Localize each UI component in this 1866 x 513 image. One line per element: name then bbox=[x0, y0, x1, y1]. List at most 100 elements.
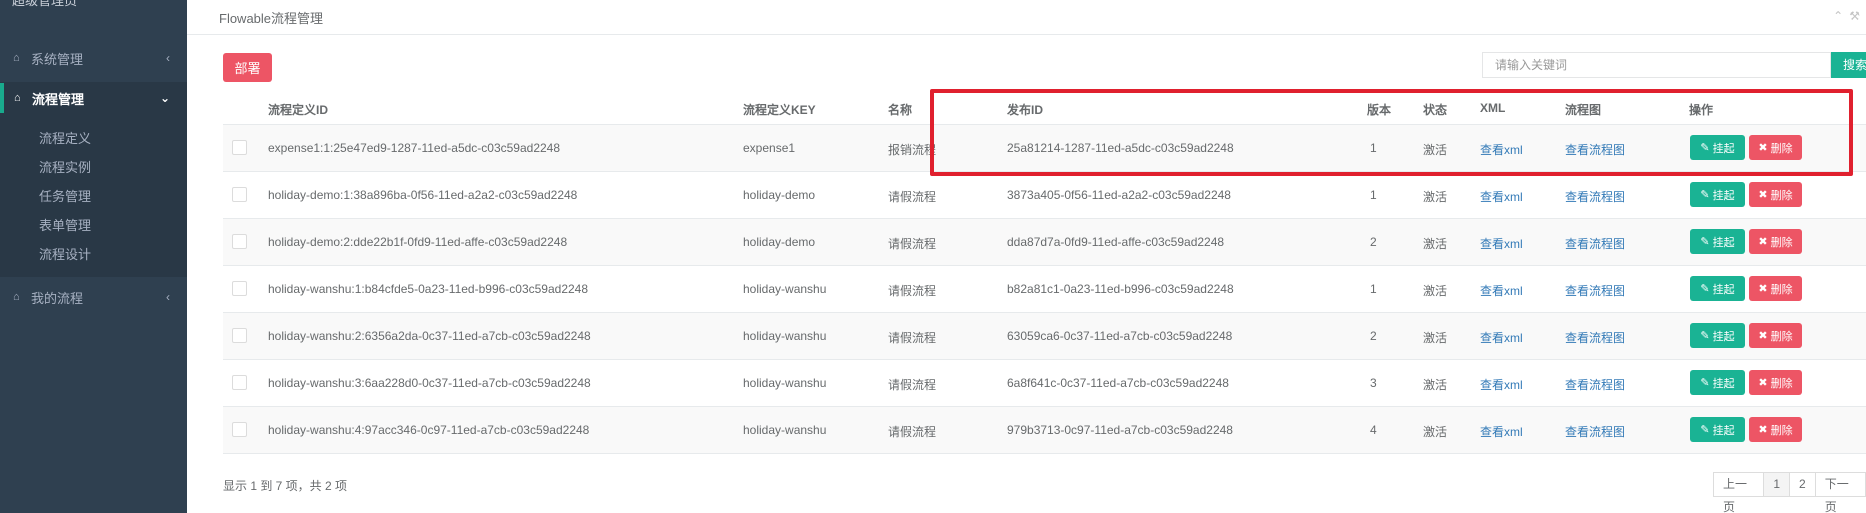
delete-button[interactable]: ✖ 删除 bbox=[1749, 370, 1802, 395]
row-checkbox[interactable] bbox=[232, 375, 247, 390]
submenu-process-design[interactable]: 流程设计 bbox=[39, 244, 91, 263]
submenu-form-management[interactable]: 表单管理 bbox=[39, 215, 91, 234]
pager-next[interactable]: 下一页 bbox=[1814, 472, 1866, 513]
cell-definition-key: expense1 bbox=[743, 141, 796, 155]
cell-status: 激活 bbox=[1423, 284, 1448, 298]
edit-icon: ✎ bbox=[1700, 424, 1710, 436]
cell-definition-key: holiday-wanshu bbox=[743, 376, 827, 390]
suspend-button[interactable]: ✎ 挂起 bbox=[1690, 276, 1745, 301]
close-icon: ✖ bbox=[1758, 283, 1768, 295]
row-checkbox[interactable] bbox=[232, 234, 247, 249]
row-checkbox[interactable] bbox=[232, 140, 247, 155]
pager-page-1[interactable]: 1 bbox=[1763, 472, 1790, 497]
pagination: 上一页 1 2 下一页 bbox=[1713, 472, 1866, 513]
wrench-icon[interactable]: ⚒ bbox=[1849, 9, 1866, 23]
cell-deploy-id: 63059ca6-0c37-11ed-a7cb-c03c59ad2248 bbox=[1007, 329, 1233, 343]
submenu-process-definition[interactable]: 流程定义 bbox=[39, 128, 91, 147]
sidebar-top-text: 超级管理员 bbox=[12, 0, 78, 8]
edit-icon: ✎ bbox=[1700, 377, 1710, 389]
view-xml-link[interactable]: 查看xml bbox=[1480, 188, 1523, 205]
suspend-label: 挂起 bbox=[1712, 424, 1735, 437]
search-input[interactable]: 请输入关键词 bbox=[1482, 52, 1831, 78]
submenu-process-instance[interactable]: 流程实例 bbox=[39, 157, 91, 176]
row-checkbox[interactable] bbox=[232, 422, 247, 437]
delete-button[interactable]: ✖ 删除 bbox=[1749, 229, 1802, 254]
close-icon: ✖ bbox=[1758, 424, 1768, 436]
delete-button[interactable]: ✖ 删除 bbox=[1749, 182, 1802, 207]
suspend-button[interactable]: ✎ 挂起 bbox=[1690, 370, 1745, 395]
deploy-button[interactable]: 部署 bbox=[223, 53, 272, 82]
row-checkbox[interactable] bbox=[232, 328, 247, 343]
chevron-down-icon: ⌄ bbox=[159, 91, 170, 105]
cell-definition-id: holiday-wanshu:4:97acc346-0c97-11ed-a7cb… bbox=[268, 423, 590, 437]
cell-version: 3 bbox=[1370, 376, 1377, 390]
suspend-button[interactable]: ✎ 挂起 bbox=[1690, 229, 1745, 254]
delete-button[interactable]: ✖ 删除 bbox=[1749, 417, 1802, 442]
cell-definition-id: holiday-wanshu:2:6356a2da-0c37-11ed-a7cb… bbox=[268, 329, 591, 343]
view-diagram-link[interactable]: 查看流程图 bbox=[1565, 423, 1625, 440]
view-diagram-link[interactable]: 查看流程图 bbox=[1565, 282, 1625, 299]
chevron-left-icon: ‹ bbox=[166, 51, 170, 65]
close-icon: ✖ bbox=[1758, 189, 1768, 201]
delete-label: 删除 bbox=[1770, 236, 1793, 249]
th-name[interactable]: 名称 bbox=[888, 101, 912, 118]
row-checkbox[interactable] bbox=[232, 187, 247, 202]
table-row: holiday-wanshu:1:b84cfde5-0a23-11ed-b996… bbox=[223, 266, 1866, 313]
suspend-label: 挂起 bbox=[1712, 236, 1735, 249]
home-icon: ⌂ bbox=[13, 291, 20, 303]
cell-name: 请假流程 bbox=[888, 284, 937, 298]
view-diagram-link[interactable]: 查看流程图 bbox=[1565, 235, 1625, 252]
th-definition-key[interactable]: 流程定义KEY bbox=[743, 101, 816, 118]
cell-deploy-id: 979b3713-0c97-11ed-a7cb-c03c59ad2248 bbox=[1007, 423, 1233, 437]
delete-label: 删除 bbox=[1770, 330, 1793, 343]
view-xml-link[interactable]: 查看xml bbox=[1480, 376, 1523, 393]
suspend-label: 挂起 bbox=[1712, 377, 1735, 390]
cell-deploy-id: 6a8f641c-0c37-11ed-a7cb-c03c59ad2248 bbox=[1007, 376, 1229, 390]
submenu-task-management[interactable]: 任务管理 bbox=[39, 186, 91, 205]
view-xml-link[interactable]: 查看xml bbox=[1480, 329, 1523, 346]
panel-titlebar: Flowable流程管理 ⌃⚒ bbox=[187, 0, 1866, 35]
cell-definition-id: expense1:1:25e47ed9-1287-11ed-a5dc-c03c5… bbox=[268, 141, 561, 155]
panel-tools: ⌃⚒ bbox=[1833, 9, 1866, 23]
cell-definition-key: holiday-wanshu bbox=[743, 282, 827, 296]
cell-definition-id: holiday-demo:2:dde22b1f-0fd9-11ed-affe-c… bbox=[268, 235, 568, 249]
menu-process[interactable]: ⌂ 流程管理 ⌄ bbox=[0, 83, 187, 113]
suspend-button[interactable]: ✎ 挂起 bbox=[1690, 323, 1745, 348]
suspend-button[interactable]: ✎ 挂起 bbox=[1690, 417, 1745, 442]
cell-status: 激活 bbox=[1423, 378, 1448, 392]
panel-title: Flowable流程管理 bbox=[219, 11, 324, 26]
delete-label: 删除 bbox=[1770, 424, 1793, 437]
menu-process-label: 流程管理 bbox=[32, 91, 85, 107]
pager-page-2[interactable]: 2 bbox=[1789, 472, 1816, 497]
cell-name: 请假流程 bbox=[888, 190, 937, 204]
table-row: holiday-wanshu:2:6356a2da-0c37-11ed-a7cb… bbox=[223, 313, 1866, 360]
cell-name: 请假流程 bbox=[888, 237, 937, 251]
cell-definition-key: holiday-demo bbox=[743, 188, 816, 202]
cell-name: 报销流程 bbox=[888, 143, 937, 157]
delete-button[interactable]: ✖ 删除 bbox=[1749, 323, 1802, 348]
delete-label: 删除 bbox=[1770, 283, 1793, 296]
suspend-label: 挂起 bbox=[1712, 330, 1735, 343]
search-button[interactable]: 搜索 bbox=[1831, 52, 1866, 78]
menu-system[interactable]: ⌂ 系统管理 ‹ bbox=[0, 43, 187, 73]
cell-version: 1 bbox=[1370, 282, 1377, 296]
menu-system-label: 系统管理 bbox=[31, 51, 84, 67]
menu-my-process[interactable]: ⌂ 我的流程 ‹ bbox=[0, 282, 187, 312]
view-xml-link[interactable]: 查看xml bbox=[1480, 235, 1523, 252]
cell-name: 请假流程 bbox=[888, 331, 937, 345]
view-xml-link[interactable]: 查看xml bbox=[1480, 423, 1523, 440]
main-panel: Flowable流程管理 ⌃⚒ 部署 请输入关键词 搜索 流程定义ID 流程定义… bbox=[187, 0, 1866, 513]
view-diagram-link[interactable]: 查看流程图 bbox=[1565, 329, 1625, 346]
collapse-icon[interactable]: ⌃ bbox=[1833, 9, 1849, 23]
view-diagram-link[interactable]: 查看流程图 bbox=[1565, 376, 1625, 393]
suspend-button[interactable]: ✎ 挂起 bbox=[1690, 182, 1745, 207]
cell-status: 激活 bbox=[1423, 237, 1448, 251]
delete-button[interactable]: ✖ 删除 bbox=[1749, 276, 1802, 301]
cell-status: 激活 bbox=[1423, 331, 1448, 345]
view-xml-link[interactable]: 查看xml bbox=[1480, 282, 1523, 299]
th-definition-id[interactable]: 流程定义ID bbox=[268, 101, 328, 118]
view-diagram-link[interactable]: 查看流程图 bbox=[1565, 188, 1625, 205]
pager-prev[interactable]: 上一页 bbox=[1713, 472, 1765, 513]
edit-icon: ✎ bbox=[1700, 236, 1710, 248]
row-checkbox[interactable] bbox=[232, 281, 247, 296]
